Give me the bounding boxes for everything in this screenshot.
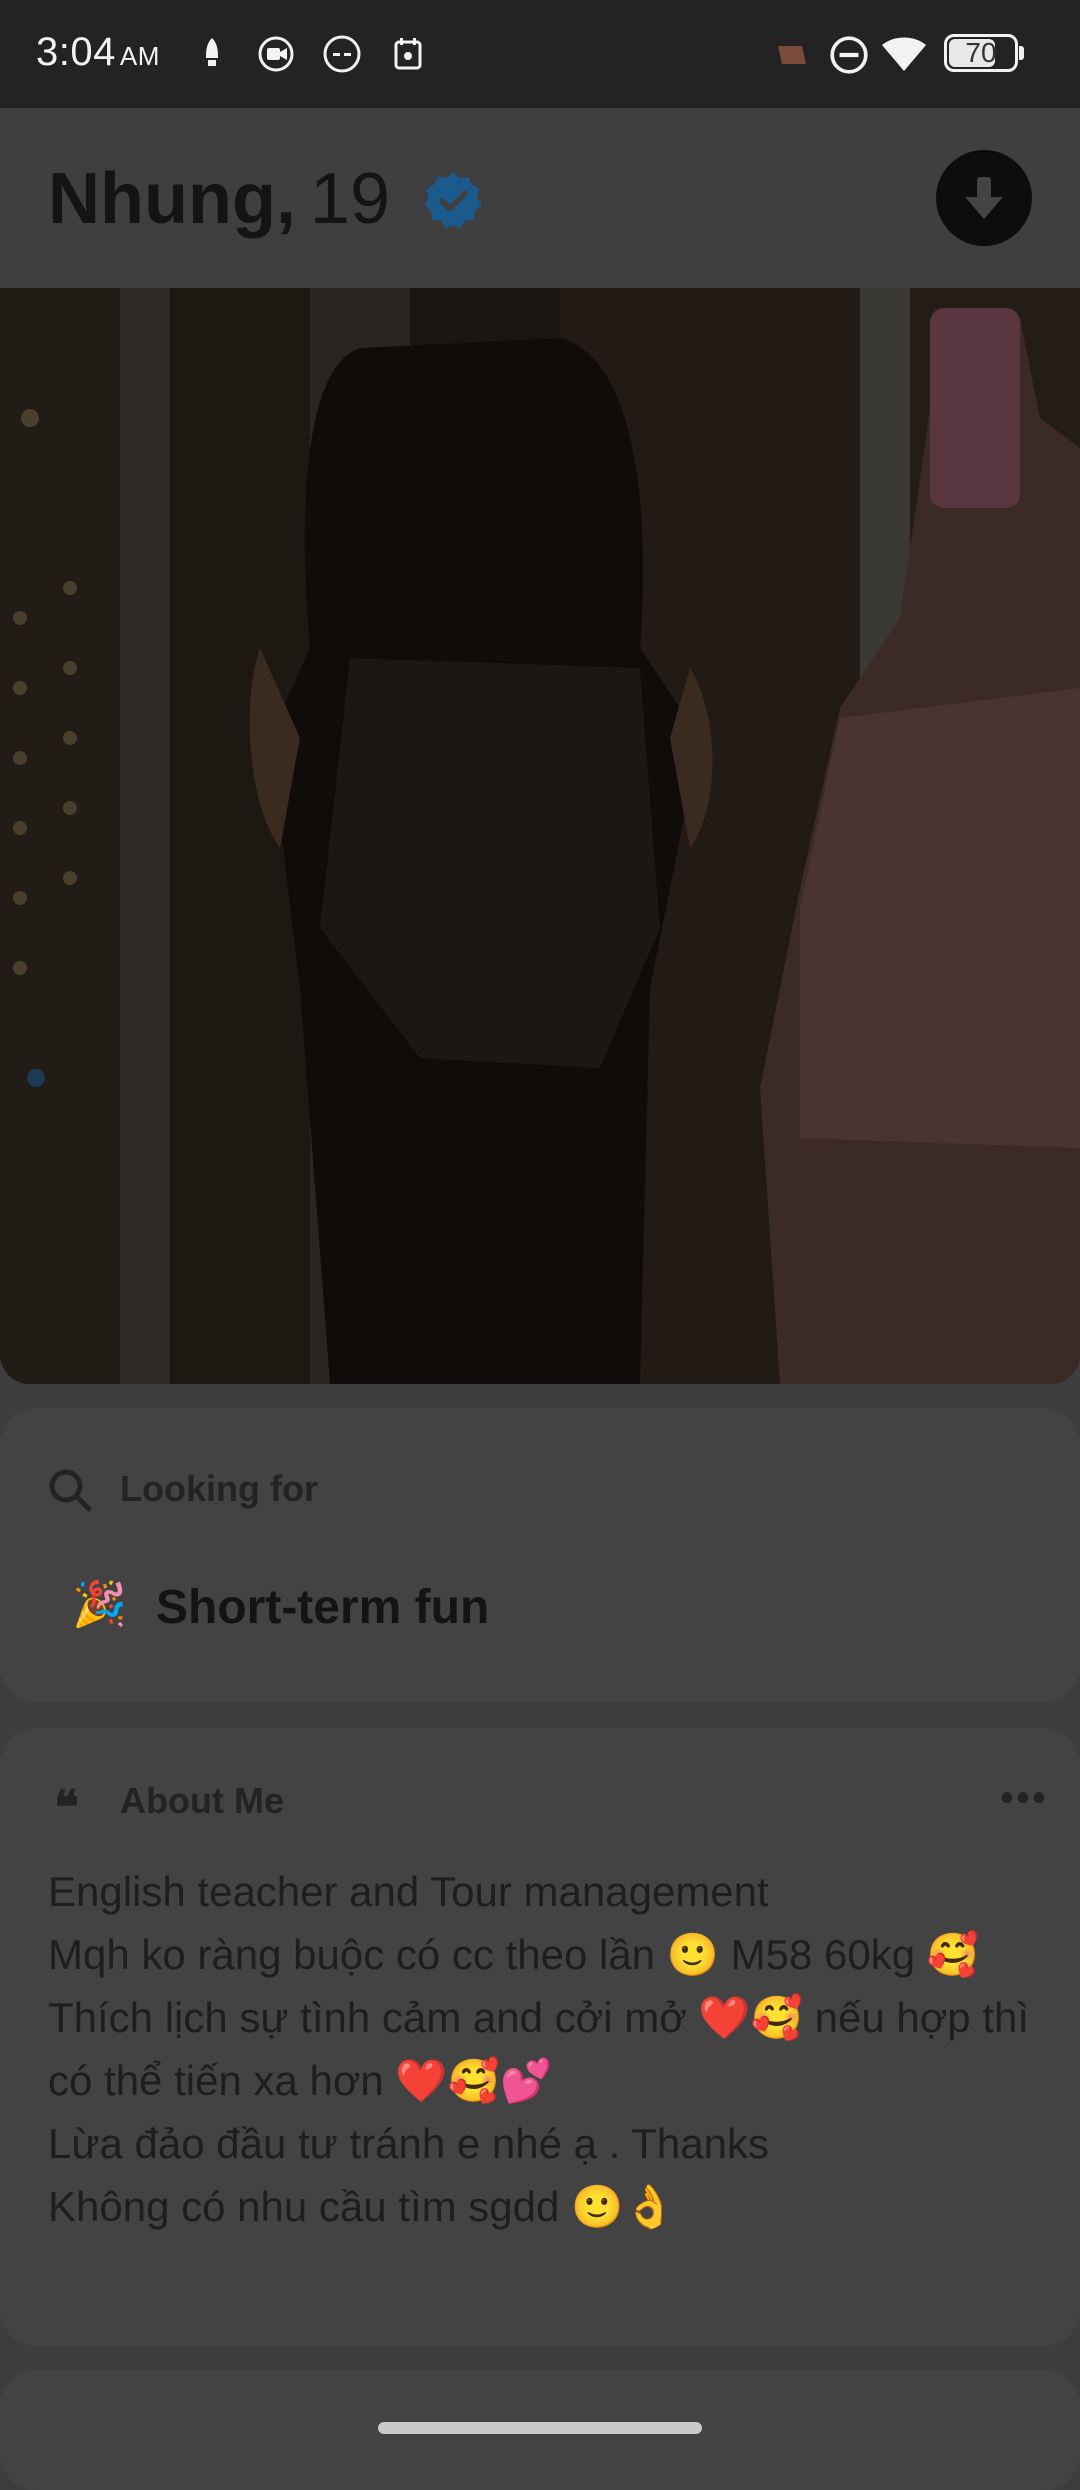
looking-for-label: Looking for: [120, 1468, 318, 1509]
status-time-value: 3:04: [36, 30, 116, 74]
party-popper-icon: 🎉: [72, 1580, 127, 1629]
calendar-icon: [394, 38, 422, 70]
about-me-label: About Me: [120, 1780, 284, 1821]
home-indicator[interactable]: [378, 2422, 702, 2434]
status-bar: 3:04 AM 70: [0, 0, 1080, 108]
verified-badge-icon: [424, 172, 482, 229]
collapse-profile-button[interactable]: [936, 150, 1032, 246]
profile-age: 19: [309, 159, 391, 239]
battery-level: 70: [965, 37, 997, 68]
wifi-icon: [882, 37, 926, 71]
profile-header: Nhung, 19: [0, 108, 1080, 288]
do-not-disturb-icon: [830, 36, 868, 74]
photo-image: [0, 288, 1080, 1384]
cast-icon: [778, 46, 806, 64]
profile-name: Nhung,: [48, 159, 296, 239]
more-options-icon[interactable]: •••: [1000, 1776, 1048, 1821]
profile-name-row: Nhung, 19: [48, 158, 390, 240]
about-me-card: ❝ About Me ••• English teacher and Tour …: [0, 1728, 1080, 2346]
looking-for-card: Looking for 🎉 Short-term fun: [0, 1408, 1080, 1702]
looking-for-value: Short-term fun: [156, 1581, 490, 1634]
screen-record-icon: [258, 36, 294, 72]
arrow-down-icon: [965, 177, 1003, 219]
profile-photo[interactable]: [0, 288, 1080, 1384]
about-me-text: English teacher and Tour management Mqh …: [48, 1868, 1030, 2230]
dots-icon: [323, 35, 361, 73]
quote-icon: ❝: [54, 1780, 79, 1834]
search-icon: [49, 1469, 92, 1512]
notification-icon: [206, 38, 218, 66]
status-ampm: AM: [119, 41, 160, 71]
battery-icon: 70: [944, 34, 1018, 72]
status-time: 3:04 AM: [36, 30, 160, 75]
